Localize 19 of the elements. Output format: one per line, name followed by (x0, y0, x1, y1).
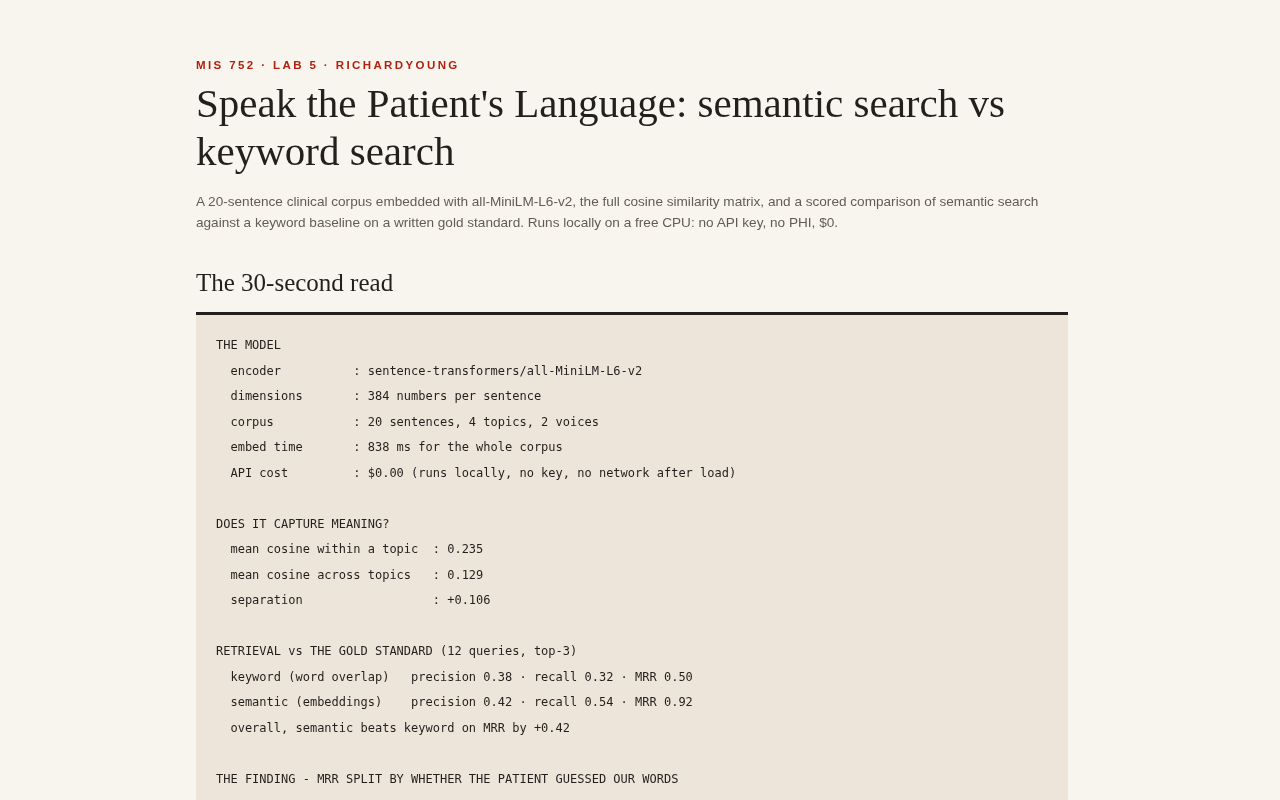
readout-line: mean cosine within a topic : 0.235 (229, 541, 485, 558)
readout-heading: DOES IT CAPTURE MEANING? (216, 515, 391, 533)
readout-line: dimensions : 384 numbers per sentence (229, 388, 543, 405)
page-description: A 20-sentence clinical corpus embedded with all-MiniLM-L6-v2, the full cosine similarity matrix, and a scored comparison of semantic search against a keyword baseline on a written gold standard. Runs locally on a free CPU: no API key, no PHI, $0. (196, 193, 1040, 232)
course-label: MIS 752 · LAB 5 · RICHARDYOUNG (196, 58, 461, 73)
readout-line: embed time : 838 ms for the whole corpus (229, 439, 564, 456)
readout-line: separation : +0.106 (229, 592, 492, 609)
readout-line: keyword (word overlap) precision 0.38 · recall 0.32 · MRR 0.50 (229, 668, 694, 686)
readout-line: corpus : 20 sentences, 4 topics, 2 voices (229, 413, 600, 431)
readout-line: semantic (embeddings) precision 0.42 · recall 0.54 · MRR 0.92 (229, 694, 694, 711)
readout-heading: RETRIEVAL vs THE GOLD STANDARD (12 queries, top-3) (216, 643, 579, 660)
readout-line: mean cosine across topics : 0.129 (229, 566, 485, 584)
readout-heading: THE MODEL (216, 337, 283, 354)
readout-line: API cost : $0.00 (runs locally, no key, no network after load) (229, 464, 738, 482)
readout-heading: THE FINDING - MRR SPLIT BY WHETHER THE PATIENT GUESSED OUR WORDS (216, 770, 680, 788)
page-title: Speak the Patient's Language: semantic search vs keyword search (196, 79, 1006, 175)
readout-line: encoder : sentence-transformers/all-MiniLM-L6-v2 (229, 362, 644, 380)
section-heading: The 30-second read (196, 268, 395, 298)
readout-line: overall, semantic beats keyword on MRR by +0.42 (229, 719, 571, 737)
